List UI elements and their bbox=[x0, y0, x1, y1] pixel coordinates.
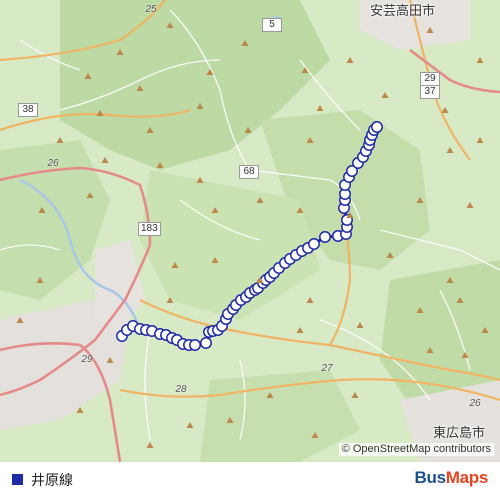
legend-color-swatch bbox=[12, 474, 23, 485]
bus-stop-marker[interactable] bbox=[200, 337, 212, 349]
bus-stop-marker[interactable] bbox=[371, 121, 383, 133]
bus-stop-marker[interactable] bbox=[189, 339, 201, 351]
road-shield-25: 25 bbox=[145, 4, 157, 15]
road-shield-26: 26 bbox=[47, 158, 59, 169]
map-attribution[interactable]: © OpenStreetMap contributors bbox=[338, 443, 494, 456]
road-shield-68: 68 bbox=[239, 165, 259, 179]
road-shield-5: 5 bbox=[262, 18, 282, 32]
road-shield-27: 27 bbox=[321, 363, 333, 374]
road-shield-26-east: 26 bbox=[469, 398, 481, 409]
legend-route-name: 井原線 bbox=[31, 473, 73, 489]
map-canvas bbox=[0, 0, 500, 462]
busmaps-logo[interactable]: BusMaps bbox=[414, 468, 489, 488]
place-label-higashihiroshima: 東広島市 bbox=[433, 426, 486, 441]
road-shield-37: 37 bbox=[420, 85, 440, 99]
road-shield-29: 29 bbox=[420, 72, 440, 86]
road-shield-183: 183 bbox=[138, 222, 161, 236]
road-shield-28: 28 bbox=[175, 384, 187, 395]
brand-part-bus: Bus bbox=[414, 468, 447, 487]
place-label-akitakata: 安芸高田市 bbox=[370, 4, 436, 19]
road-shield-38: 38 bbox=[18, 103, 38, 117]
brand-part-maps: Maps bbox=[445, 468, 489, 487]
bus-stop-marker[interactable] bbox=[319, 231, 331, 243]
bus-stop-marker[interactable] bbox=[308, 238, 320, 250]
road-shield-29-south: 29 bbox=[81, 354, 93, 365]
map-view[interactable]: 安芸高田市 東広島市 25 5 29 37 38 26 68 183 29 28… bbox=[0, 0, 500, 462]
